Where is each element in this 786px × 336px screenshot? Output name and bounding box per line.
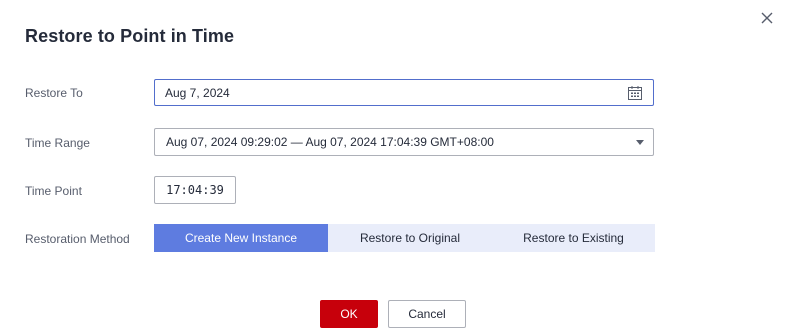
close-icon[interactable] [757, 8, 777, 28]
option-create-new-instance[interactable]: Create New Instance [154, 224, 328, 252]
dialog-title: Restore to Point in Time [25, 26, 235, 46]
time-range-value: Aug 07, 2024 09:29:02 — Aug 07, 2024 17:… [166, 135, 494, 149]
option-restore-to-original[interactable]: Restore to Original [328, 224, 492, 252]
restore-to-date-value: Aug 7, 2024 [165, 85, 230, 100]
option-restore-to-existing[interactable]: Restore to Existing [492, 224, 655, 252]
time-point-label: Time Point [25, 184, 82, 198]
restore-to-label: Restore To [25, 86, 83, 100]
restore-to-date-picker[interactable]: Aug 7, 2024 [154, 79, 654, 106]
restoration-method-segmented-control: Create New Instance Restore to Original … [154, 224, 655, 252]
cancel-button[interactable]: Cancel [388, 300, 466, 328]
ok-button[interactable]: OK [320, 300, 378, 328]
restoration-method-label: Restoration Method [25, 232, 130, 246]
restore-dialog: Restore to Point in Time Restore To Aug … [0, 0, 786, 336]
calendar-icon[interactable] [627, 85, 643, 101]
time-point-input[interactable]: 17:04:39 [154, 176, 236, 204]
chevron-down-icon [636, 140, 644, 145]
time-range-select[interactable]: Aug 07, 2024 09:29:02 — Aug 07, 2024 17:… [154, 128, 654, 156]
time-range-label: Time Range [25, 136, 90, 150]
